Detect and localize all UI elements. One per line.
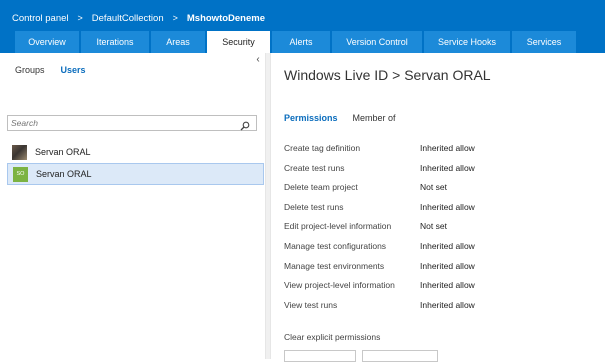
save-changes-button[interactable] <box>284 350 356 362</box>
admin-tabs: Overview Iterations Areas Security Alert… <box>15 31 578 54</box>
tab-permissions[interactable]: Permissions <box>284 113 338 123</box>
tab-alerts[interactable]: Alerts <box>272 31 330 53</box>
breadcrumb-separator: > <box>172 13 178 23</box>
breadcrumb-collection[interactable]: DefaultCollection <box>92 13 164 24</box>
permission-name: View project-level information <box>284 280 395 290</box>
tab-users[interactable]: Users <box>61 65 86 75</box>
tab-member-of[interactable]: Member of <box>353 113 396 123</box>
identity-title: Windows Live ID > Servan ORAL <box>284 67 491 83</box>
permission-value[interactable]: Inherited allow <box>420 202 475 212</box>
tab-groups[interactable]: Groups <box>15 65 45 75</box>
identity-type-tabs: Groups Users <box>15 65 102 75</box>
permission-value[interactable]: Not set <box>420 182 447 192</box>
permission-value[interactable]: Inherited allow <box>420 280 475 290</box>
permission-name: Manage test configurations <box>284 241 387 251</box>
search-icon[interactable] <box>240 118 250 131</box>
permission-name: Manage test environments <box>284 261 385 271</box>
permission-name: Edit project-level information <box>284 221 392 231</box>
breadcrumb-separator: > <box>77 13 83 23</box>
permission-value[interactable]: Inherited allow <box>420 300 475 310</box>
permission-value[interactable]: Not set <box>420 221 447 231</box>
user-avatar-photo <box>12 144 27 160</box>
permission-name: Create tag definition <box>284 143 361 153</box>
search-input[interactable] <box>11 117 231 129</box>
collapse-pane-icon[interactable]: ‹ <box>253 55 263 65</box>
permission-value[interactable]: Inherited allow <box>420 163 475 173</box>
permission-value[interactable]: Inherited allow <box>420 143 475 153</box>
user-list-item-selected[interactable]: SO Servan ORAL <box>7 163 264 185</box>
permission-name: Delete team project <box>284 182 358 192</box>
permission-name: View test runs <box>284 300 338 310</box>
tab-security[interactable]: Security <box>207 31 270 54</box>
clear-explicit-permissions-link[interactable]: Clear explicit permissions <box>284 332 380 342</box>
permissions-tabs: Permissions Member of <box>284 113 411 123</box>
user-name: Servan ORAL <box>35 147 91 157</box>
identity-list-pane <box>0 53 265 359</box>
permission-name: Create test runs <box>284 163 345 173</box>
tab-version-control[interactable]: Version Control <box>332 31 422 53</box>
permission-value[interactable]: Inherited allow <box>420 241 475 251</box>
tab-service-hooks[interactable]: Service Hooks <box>424 31 510 53</box>
breadcrumb-control-panel[interactable]: Control panel <box>12 13 69 24</box>
user-list-item[interactable]: Servan ORAL <box>7 141 264 163</box>
user-avatar-initials: SO <box>13 166 28 182</box>
top-navigation-bar: Control panel > DefaultCollection > Msho… <box>0 0 605 60</box>
tab-areas[interactable]: Areas <box>151 31 205 53</box>
permission-value[interactable]: Inherited allow <box>420 261 475 271</box>
search-box <box>7 115 257 131</box>
breadcrumb: Control panel > DefaultCollection > Msho… <box>12 10 265 26</box>
tab-iterations[interactable]: Iterations <box>81 31 149 53</box>
undo-changes-button[interactable] <box>362 350 438 362</box>
tab-services[interactable]: Services <box>512 31 576 53</box>
permission-name: Delete test runs <box>284 202 344 212</box>
tab-overview[interactable]: Overview <box>15 31 79 53</box>
user-name: Servan ORAL <box>36 169 92 179</box>
breadcrumb-project: MshowtoDeneme <box>186 12 265 24</box>
